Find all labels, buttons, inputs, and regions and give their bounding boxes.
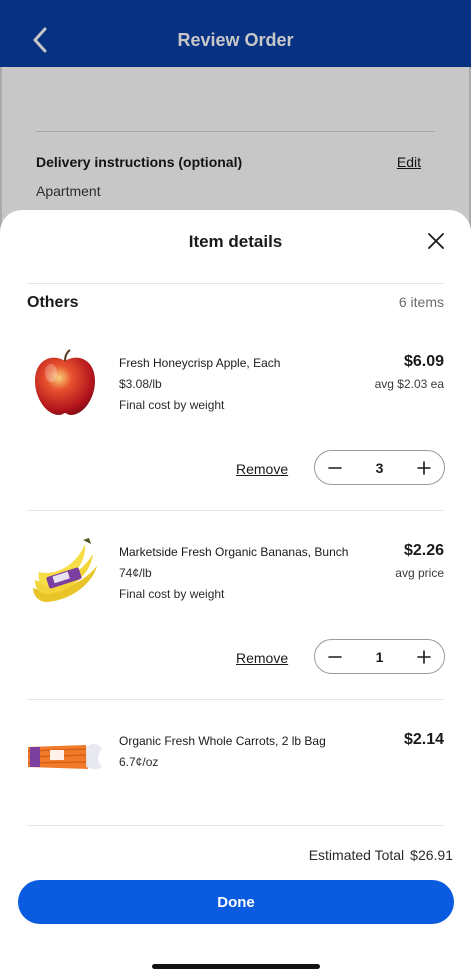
remove-button[interactable]: Remove [236, 650, 288, 666]
divider [27, 283, 444, 284]
product-image-apple [26, 344, 104, 422]
remove-button[interactable]: Remove [236, 461, 288, 477]
quantity-stepper: 1 [314, 639, 445, 674]
product-price: $2.26 [403, 542, 444, 559]
product-image-bananas [26, 533, 104, 611]
product-name: Fresh Honeycrisp Apple, Each [119, 356, 281, 370]
divider [27, 825, 444, 826]
increase-quantity-button[interactable] [414, 647, 434, 667]
product-image-carrots [26, 718, 104, 796]
decrease-quantity-button[interactable] [325, 647, 345, 667]
estimated-total-label: Estimated Total [308, 847, 405, 863]
minus-icon [328, 466, 342, 469]
done-button[interactable]: Done [18, 880, 454, 924]
estimated-total: Estimated Total $26.91 [309, 847, 453, 863]
minus-icon [328, 655, 342, 658]
divider [27, 699, 444, 700]
product-unit-price: 74¢/lb [119, 566, 152, 580]
section-title: Others [27, 294, 79, 311]
sheet-title: Item details [188, 232, 283, 251]
decrease-quantity-button[interactable] [325, 458, 345, 478]
product-price: $2.14 [403, 731, 444, 748]
estimated-total-value: $26.91 [410, 847, 453, 863]
section-item-count: 6 items [398, 294, 444, 310]
plus-icon [417, 460, 431, 475]
plus-icon [417, 649, 431, 664]
product-price-detail: avg price [395, 566, 444, 580]
increase-quantity-button[interactable] [414, 458, 434, 478]
item-details-sheet: Item details Others 6 items Fresh Honeyc… [0, 210, 471, 978]
product-note: Final cost by weight [119, 587, 225, 601]
quantity-value: 3 [375, 459, 384, 476]
product-price-detail: avg $2.03 ea [374, 377, 444, 391]
product-price: $6.09 [403, 353, 444, 370]
product-name: Organic Fresh Whole Carrots, 2 lb Bag [119, 734, 326, 748]
product-note: Final cost by weight [119, 398, 225, 412]
product-unit-price: $3.08/lb [119, 377, 162, 391]
divider [27, 510, 444, 511]
product-unit-price: 6.7¢/oz [119, 755, 159, 769]
close-icon [428, 233, 444, 249]
quantity-value: 1 [375, 648, 384, 665]
product-name: Marketside Fresh Organic Bananas, Bunch [119, 545, 349, 559]
close-button[interactable] [425, 230, 447, 252]
home-indicator [152, 964, 320, 969]
quantity-stepper: 3 [314, 450, 445, 485]
